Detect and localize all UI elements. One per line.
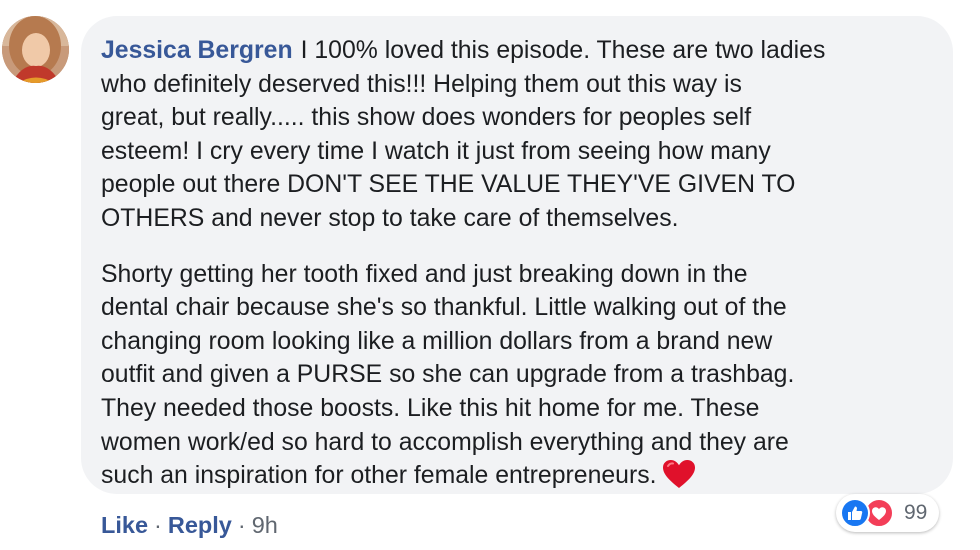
comment-line: Shorty getting her tooth fixed and just … (101, 260, 748, 288)
avatar[interactable] (2, 16, 69, 83)
separator-dot: · (237, 512, 246, 538)
comment-line: dental chair because she's so thankful. … (101, 294, 787, 322)
comment-line: women work/ed so hard to accomplish ever… (101, 428, 789, 456)
author-name-link[interactable]: Jessica Bergren (101, 37, 293, 64)
like-button[interactable]: Like (101, 512, 148, 538)
like-icon (840, 498, 870, 528)
avatar-photo (2, 16, 69, 83)
comment-actions: Like · Reply · 9h (101, 512, 278, 539)
reactions-summary[interactable]: 99 (836, 494, 940, 532)
comment-line: who definitely deserved this!!! Helping … (101, 70, 742, 98)
separator-dot: · (154, 512, 162, 538)
comment-line: OTHERS and never stop to take care of th… (101, 204, 679, 232)
comment-line: They needed those boosts. Like this hit … (101, 394, 760, 422)
red-heart-emoji-icon (662, 459, 696, 499)
comment-body: Jessica Bergren I 100% loved this episode… (101, 34, 941, 499)
comment-text: I 100% loved this episode. These are two… (300, 37, 826, 64)
comment-line: esteem! I cry every time I watch it just… (101, 137, 771, 165)
comment-line: changing room looking like a million dol… (101, 327, 773, 355)
comment-line: great, but really..... this show does wo… (101, 104, 752, 132)
comment-line: such an inspiration for other female ent… (101, 459, 941, 499)
comment-line: Jessica Bergren I 100% loved this episode… (101, 34, 941, 68)
timestamp[interactable]: 9h (252, 512, 278, 538)
reply-button[interactable]: Reply (168, 512, 232, 538)
comment-line: people out there DON'T SEE THE VALUE THE… (101, 171, 796, 199)
comment-line: outfit and given a PURSE so she can upgr… (101, 361, 795, 389)
reaction-count: 99 (904, 501, 928, 524)
comment-text: such an inspiration for other female ent… (101, 462, 657, 490)
